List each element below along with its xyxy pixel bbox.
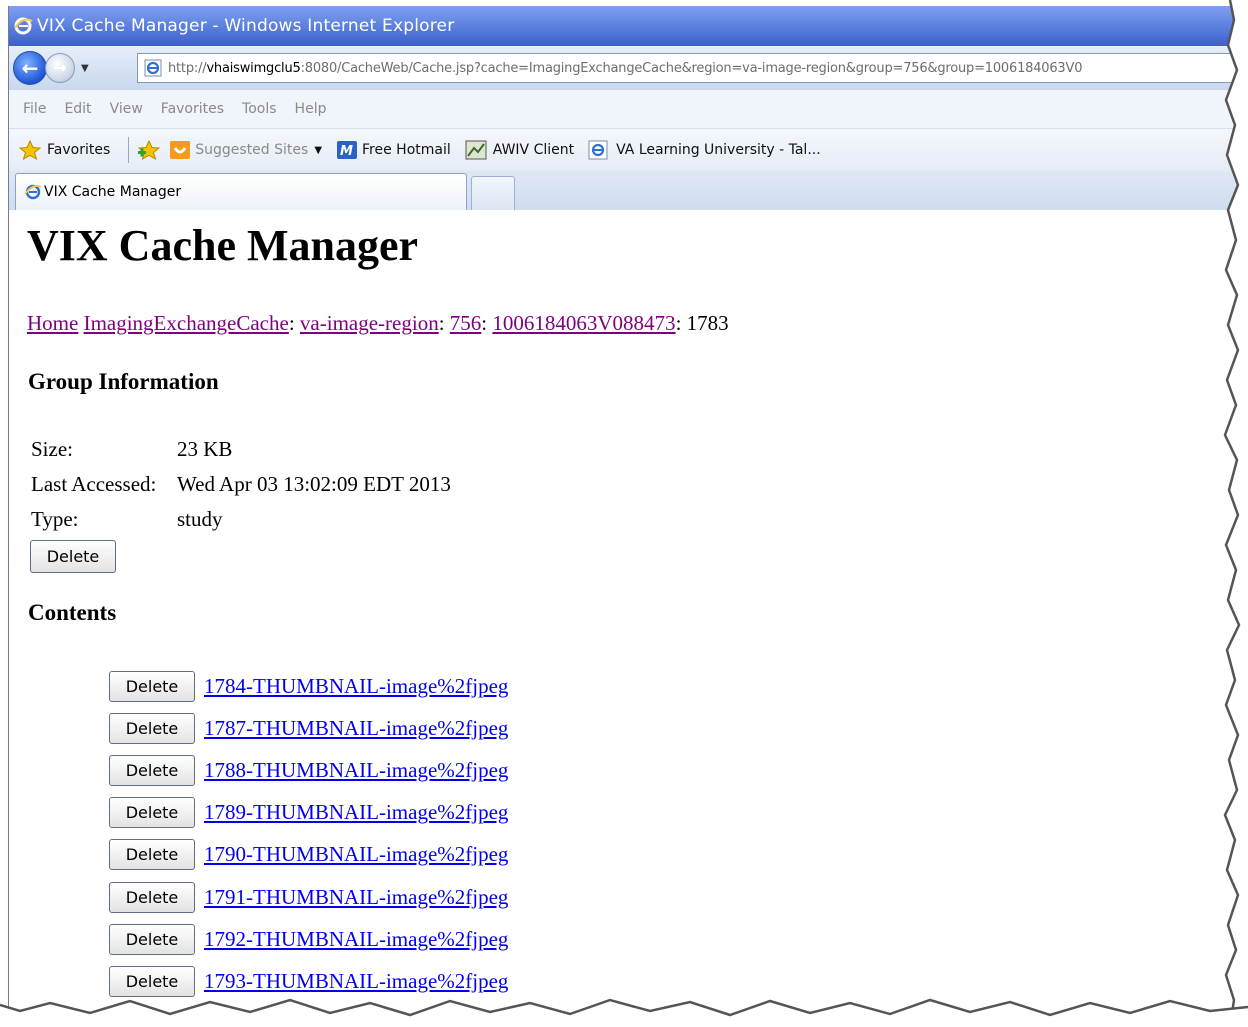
torn-edge-bottom	[0, 998, 1248, 1027]
ie-logo-icon	[14, 17, 33, 35]
group-information-heading: Group Information	[28, 369, 219, 394]
page-ie-icon	[144, 59, 162, 77]
back-button[interactable]: ←	[13, 51, 47, 85]
list-item: Delete 1788-THUMBNAIL-image%2fjpeg	[109, 749, 508, 791]
content-item-link[interactable]: 1789-THUMBNAIL-image%2fjpeg	[204, 800, 508, 825]
breadcrumb-group-patient[interactable]: 1006184063V088473	[492, 311, 675, 335]
info-value: 23 KB	[177, 437, 233, 461]
add-favorite-star-icon	[137, 140, 161, 160]
content-item-link[interactable]: 1792-THUMBNAIL-image%2fjpeg	[204, 927, 508, 952]
delete-item-button[interactable]: Delete	[109, 923, 195, 955]
favorites-star-icon	[19, 140, 41, 160]
content-item-link[interactable]: 1787-THUMBNAIL-image%2fjpeg	[204, 716, 508, 741]
new-tab-button[interactable]	[471, 176, 515, 211]
browser-window: VIX Cache Manager - Windows Internet Exp…	[8, 6, 1248, 1027]
content-item-link[interactable]: 1791-THUMBNAIL-image%2fjpeg	[204, 885, 508, 910]
url-text: http://vhaiswimgclu5:8080/CacheWeb/Cache…	[168, 60, 1083, 76]
tab-vix-cache-manager[interactable]: VIX Cache Manager	[15, 173, 467, 210]
info-value: Wed Apr 03 13:02:09 EDT 2013	[177, 472, 451, 496]
menu-favorites[interactable]: Favorites	[161, 101, 224, 117]
favorites-label: Favorites	[47, 142, 111, 158]
hotmail-icon: M	[337, 141, 358, 159]
tab-ie-icon	[24, 184, 42, 200]
delete-item-button[interactable]: Delete	[109, 754, 195, 786]
contents-heading: Contents	[28, 600, 117, 625]
address-bar[interactable]: http://vhaiswimgclu5:8080/CacheWeb/Cache…	[137, 53, 1248, 83]
window-title: VIX Cache Manager - Windows Internet Exp…	[37, 16, 455, 36]
tab-label: VIX Cache Manager	[44, 184, 182, 200]
svg-text:M: M	[340, 144, 353, 159]
breadcrumb-group-756[interactable]: 756	[450, 311, 482, 335]
info-row-size: Size: 23 KB	[31, 432, 451, 467]
content-item-link[interactable]: 1790-THUMBNAIL-image%2fjpeg	[204, 842, 508, 867]
info-row-last-accessed: Last Accessed: Wed Apr 03 13:02:09 EDT 2…	[31, 467, 451, 502]
info-label: Last Accessed:	[31, 472, 157, 496]
va-learning-label: VA Learning University - Tal...	[616, 142, 821, 158]
breadcrumb-home[interactable]: Home	[27, 311, 78, 335]
delete-item-button[interactable]: Delete	[109, 797, 195, 829]
favorites-button[interactable]: Favorites	[19, 140, 110, 160]
menu-view[interactable]: View	[110, 101, 143, 117]
torn-edge-right	[1223, 0, 1248, 1027]
list-item: Delete 1789-THUMBNAIL-image%2fjpeg	[109, 792, 508, 834]
menu-file[interactable]: File	[23, 101, 46, 117]
breadcrumb-separator: :	[438, 311, 450, 335]
delete-item-button[interactable]: Delete	[109, 881, 195, 913]
fav-free-hotmail[interactable]: M Free Hotmail	[336, 140, 451, 160]
fav-suggested-sites[interactable]: Suggested Sites ▼	[169, 140, 322, 160]
page-content: VIX Cache Manager Home ImagingExchangeCa…	[9, 210, 1248, 1027]
forward-arrow-icon: →	[53, 58, 67, 77]
list-item: Delete 1791-THUMBNAIL-image%2fjpeg	[109, 876, 508, 918]
group-info-table: Size: 23 KB Last Accessed: Wed Apr 03 13…	[31, 432, 451, 537]
recent-pages-dropdown-icon[interactable]: ▼	[81, 63, 89, 74]
breadcrumb-cache[interactable]: ImagingExchangeCache	[84, 311, 289, 335]
address-row: ← → ▼ http://vhaiswimgclu5:8080/CacheWeb…	[9, 46, 1248, 90]
title-bar: VIX Cache Manager - Windows Internet Exp…	[9, 6, 1248, 46]
awiv-client-icon	[465, 140, 487, 160]
suggested-sites-dropdown-icon: ▼	[314, 144, 323, 156]
breadcrumb-separator: :	[288, 311, 300, 335]
info-label: Type:	[31, 507, 79, 531]
content-item-link[interactable]: 1788-THUMBNAIL-image%2fjpeg	[204, 758, 508, 783]
delete-group-button[interactable]: Delete	[30, 540, 116, 573]
delete-item-button[interactable]: Delete	[109, 712, 195, 744]
delete-item-button[interactable]: Delete	[109, 670, 195, 702]
info-label: Size:	[31, 437, 73, 461]
list-item: Delete 1792-THUMBNAIL-image%2fjpeg	[109, 918, 508, 960]
breadcrumb-current: 1783	[686, 311, 729, 335]
back-arrow-icon: ←	[21, 56, 39, 80]
suggested-sites-icon	[170, 141, 191, 159]
contents-list: Delete 1784-THUMBNAIL-image%2fjpeg Delete…	[109, 665, 508, 1003]
menu-bar: File Edit View Favorites Tools Help	[9, 90, 1248, 129]
awiv-client-label: AWIV Client	[492, 142, 575, 158]
menu-help[interactable]: Help	[295, 101, 327, 117]
add-to-favorites-bar-button[interactable]	[137, 140, 163, 160]
menu-tools[interactable]: Tools	[242, 101, 277, 117]
list-item: Delete 1790-THUMBNAIL-image%2fjpeg	[109, 834, 508, 876]
fav-va-learning[interactable]: VA Learning University - Tal...	[588, 140, 821, 160]
info-row-type: Type: study	[31, 502, 451, 537]
fav-awiv-client[interactable]: AWIV Client	[465, 140, 574, 160]
free-hotmail-label: Free Hotmail	[362, 142, 451, 158]
forward-button[interactable]: →	[45, 53, 75, 83]
page-title: VIX Cache Manager	[27, 221, 419, 270]
list-item: Delete 1787-THUMBNAIL-image%2fjpeg	[109, 707, 508, 749]
va-learning-ie-icon	[588, 140, 608, 160]
tab-row: VIX Cache Manager	[9, 171, 1248, 212]
info-value: study	[177, 507, 223, 531]
favorites-bar: Favorites Suggested Sites ▼ M Free Hotma…	[9, 129, 1248, 171]
favorites-divider	[128, 137, 130, 163]
menu-edit[interactable]: Edit	[64, 101, 91, 117]
list-item: Delete 1784-THUMBNAIL-image%2fjpeg	[109, 665, 508, 707]
content-item-link[interactable]: 1784-THUMBNAIL-image%2fjpeg	[204, 674, 508, 699]
breadcrumb: Home ImagingExchangeCache: va-image-regi…	[27, 311, 729, 336]
breadcrumb-separator: :	[481, 311, 493, 335]
breadcrumb-separator: :	[675, 311, 687, 335]
breadcrumb-region[interactable]: va-image-region	[300, 311, 439, 335]
delete-item-button[interactable]: Delete	[109, 839, 195, 871]
suggested-sites-label: Suggested Sites	[195, 142, 309, 158]
